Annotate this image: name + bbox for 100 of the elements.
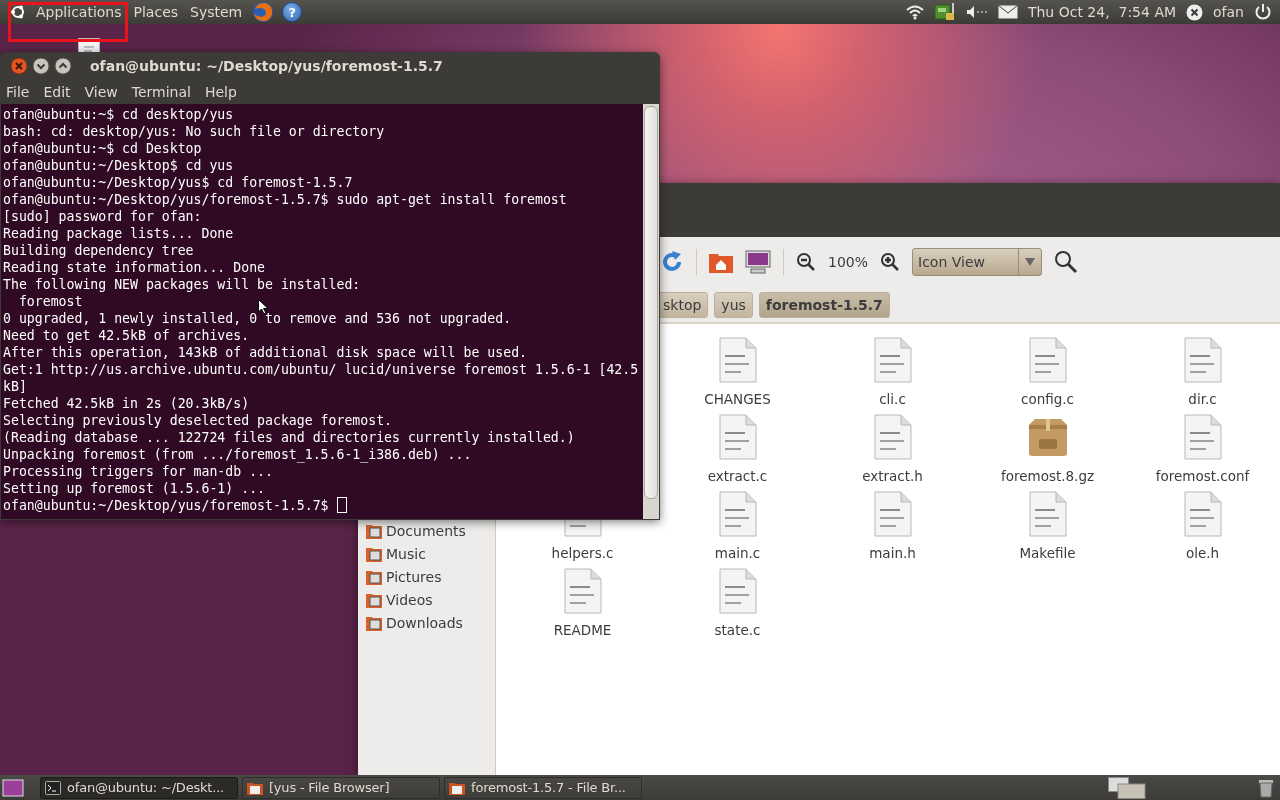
panel-menu[interactable]: Places [131, 4, 181, 20]
terminal-line: Reading package lists... Done [3, 225, 234, 242]
folder-icon [366, 614, 382, 631]
search-icon[interactable] [1054, 250, 1079, 274]
zoom-out-icon[interactable] [796, 252, 816, 272]
trash-icon[interactable] [1258, 777, 1274, 798]
terminal-line: ofan@ubuntu:~/Desktop/yus$ cd foremost-1.5.7 [3, 174, 353, 191]
taskbar-button[interactable]: [yus - File Browser] [242, 776, 440, 799]
maximize-icon[interactable] [54, 57, 72, 75]
text-file-icon [718, 491, 757, 537]
browser-icon[interactable] [252, 1, 275, 23]
terminal-line: Fetched 42.5kB in 2s (20.3kB/s) [3, 395, 250, 412]
terminal-line: Processing triggers for man-db ... [3, 463, 273, 480]
sidebar-item[interactable]: Videos [358, 588, 495, 611]
clock[interactable]: Thu Oct 24, 7:54 AM [1027, 4, 1177, 20]
terminal-line: Setting up foremost (1.5.6-1) ... [3, 480, 265, 497]
terminal-line: ofan@ubuntu:~/Desktop/yus/foremost-1.5.7$ sudo apt-get install foremost [3, 191, 567, 208]
text-file-icon [1028, 491, 1067, 537]
filename-label[interactable]: CHANGES [704, 391, 771, 407]
sidebar-item[interactable]: Music [358, 542, 495, 565]
text-file-icon [1183, 337, 1222, 383]
filename-label[interactable]: main.c [714, 545, 761, 561]
terminal-icon [45, 780, 61, 795]
filename-label[interactable]: cli.c [879, 391, 906, 407]
taskbar-button[interactable]: ofan@ubuntu: ~/Deskt... [40, 776, 238, 799]
text-file-icon [1028, 337, 1067, 383]
menu-item[interactable]: Terminal [131, 84, 191, 100]
terminal-line: Selecting previously deselected package foremost. [3, 412, 393, 429]
terminal-line: foremost [17, 293, 83, 310]
text-file-icon [1183, 414, 1222, 460]
menu-item[interactable]: Edit [43, 84, 71, 100]
folder-icon [366, 591, 382, 608]
filename-label[interactable]: dir.c [1188, 391, 1217, 407]
home-folder-icon[interactable] [709, 251, 733, 273]
scrollbar[interactable] [643, 104, 659, 519]
sidebar-item[interactable]: Pictures [358, 565, 495, 588]
filename-label[interactable]: Makefile [1019, 545, 1076, 561]
zoom-in-icon[interactable] [880, 252, 901, 272]
terminal-line: The following NEW packages will be installed: [3, 276, 361, 293]
workspace-switcher-icon[interactable] [1108, 776, 1146, 799]
text-file-icon [718, 337, 757, 383]
filename-label[interactable]: main.h [869, 545, 916, 561]
folder-icon [449, 780, 465, 795]
terminal-line: ofan@ubuntu:~$ cd Desktop [3, 140, 202, 157]
menu-item[interactable]: View [84, 84, 118, 100]
path-button[interactable]: yus [714, 291, 753, 318]
reload-icon[interactable] [660, 250, 684, 274]
mail-icon[interactable] [997, 5, 1018, 19]
caret-icon [1025, 258, 1036, 266]
sidebar-item[interactable]: Downloads [358, 611, 495, 634]
terminal-line: 0 upgraded, 1 newly installed, 0 to remove and 536 not upgraded. [3, 310, 512, 327]
volume-icon[interactable] [965, 5, 988, 19]
terminal-line: Building dependency tree [3, 242, 194, 259]
filename-label[interactable]: helpers.c [551, 545, 614, 561]
terminal-line: Get:1 http://us.archive.ubuntu.com/ubuntu/ lucid/universe foremost 1.5.6-1 [42.5 [3, 361, 639, 378]
filename-label[interactable]: config.c [1021, 391, 1074, 407]
text-file-icon [1183, 491, 1222, 537]
path-button[interactable]: foremost-1.5.7 [758, 291, 890, 318]
panel-menu[interactable]: System [188, 4, 245, 20]
text-file-icon [563, 568, 602, 614]
folder-icon [366, 545, 382, 562]
filename-label[interactable]: ole.h [1185, 545, 1220, 561]
terminal-line: After this operation, 143kB of additional disk space will be used. [3, 344, 527, 361]
computer-icon[interactable] [745, 250, 771, 274]
menu-item[interactable]: Help [204, 84, 237, 100]
filename-label[interactable]: extract.h [862, 468, 923, 484]
terminal-line: ofan@ubuntu:~/Desktop$ cd yus [3, 157, 234, 174]
wifi-icon[interactable] [905, 4, 924, 20]
window-title: ofan@ubuntu: ~/Desktop/yus/foremost-1.5.7 [90, 58, 443, 74]
panel-menu[interactable]: Applications [34, 4, 124, 20]
zoom-level: 100% [828, 254, 869, 270]
filename-label[interactable]: extract.c [707, 468, 768, 484]
text-file-icon [873, 491, 912, 537]
pointer-icon [258, 299, 269, 315]
terminal-line: Unpacking foremost (from .../foremost_1.5.6-1_i386.deb) ... [3, 446, 472, 463]
filename-label[interactable]: foremost.8.gz [1000, 468, 1095, 484]
menu-item[interactable]: File [6, 84, 30, 100]
folder-icon [366, 522, 382, 539]
show-desktop-icon[interactable] [2, 778, 24, 797]
close-icon[interactable] [10, 57, 28, 75]
filename-label[interactable]: README [553, 622, 612, 638]
minimize-icon[interactable] [32, 57, 50, 75]
view-mode-dropdown[interactable]: Icon View [912, 248, 1043, 276]
taskbar-button[interactable]: foremost-1.5.7 - File Br... [444, 776, 642, 799]
text-cursor [336, 497, 347, 513]
terminal-line: Need to get 42.5kB of archives. [3, 327, 250, 344]
terminal-line: kB] [3, 378, 27, 395]
filename-label[interactable]: state.c [714, 622, 761, 638]
network-lock-icon[interactable] [933, 2, 956, 22]
terminal-prompt: ofan@ubuntu:~/Desktop/yus/foremost-1.5.7$ [3, 498, 329, 513]
terminal-line: bash: cd: desktop/yus: No such file or directory [3, 123, 385, 140]
power-icon[interactable] [1254, 3, 1272, 21]
text-file-icon [718, 568, 757, 614]
user-name[interactable]: ofan [1213, 4, 1244, 20]
ubuntu-logo-icon[interactable] [10, 4, 26, 20]
filename-label[interactable]: foremost.conf [1155, 468, 1250, 484]
terminal-line: (Reading database ... 122724 files and directories currently installed.) [3, 429, 575, 446]
user-status-icon[interactable] [1186, 3, 1204, 21]
folder-icon [366, 568, 382, 585]
folder-icon [247, 780, 263, 795]
